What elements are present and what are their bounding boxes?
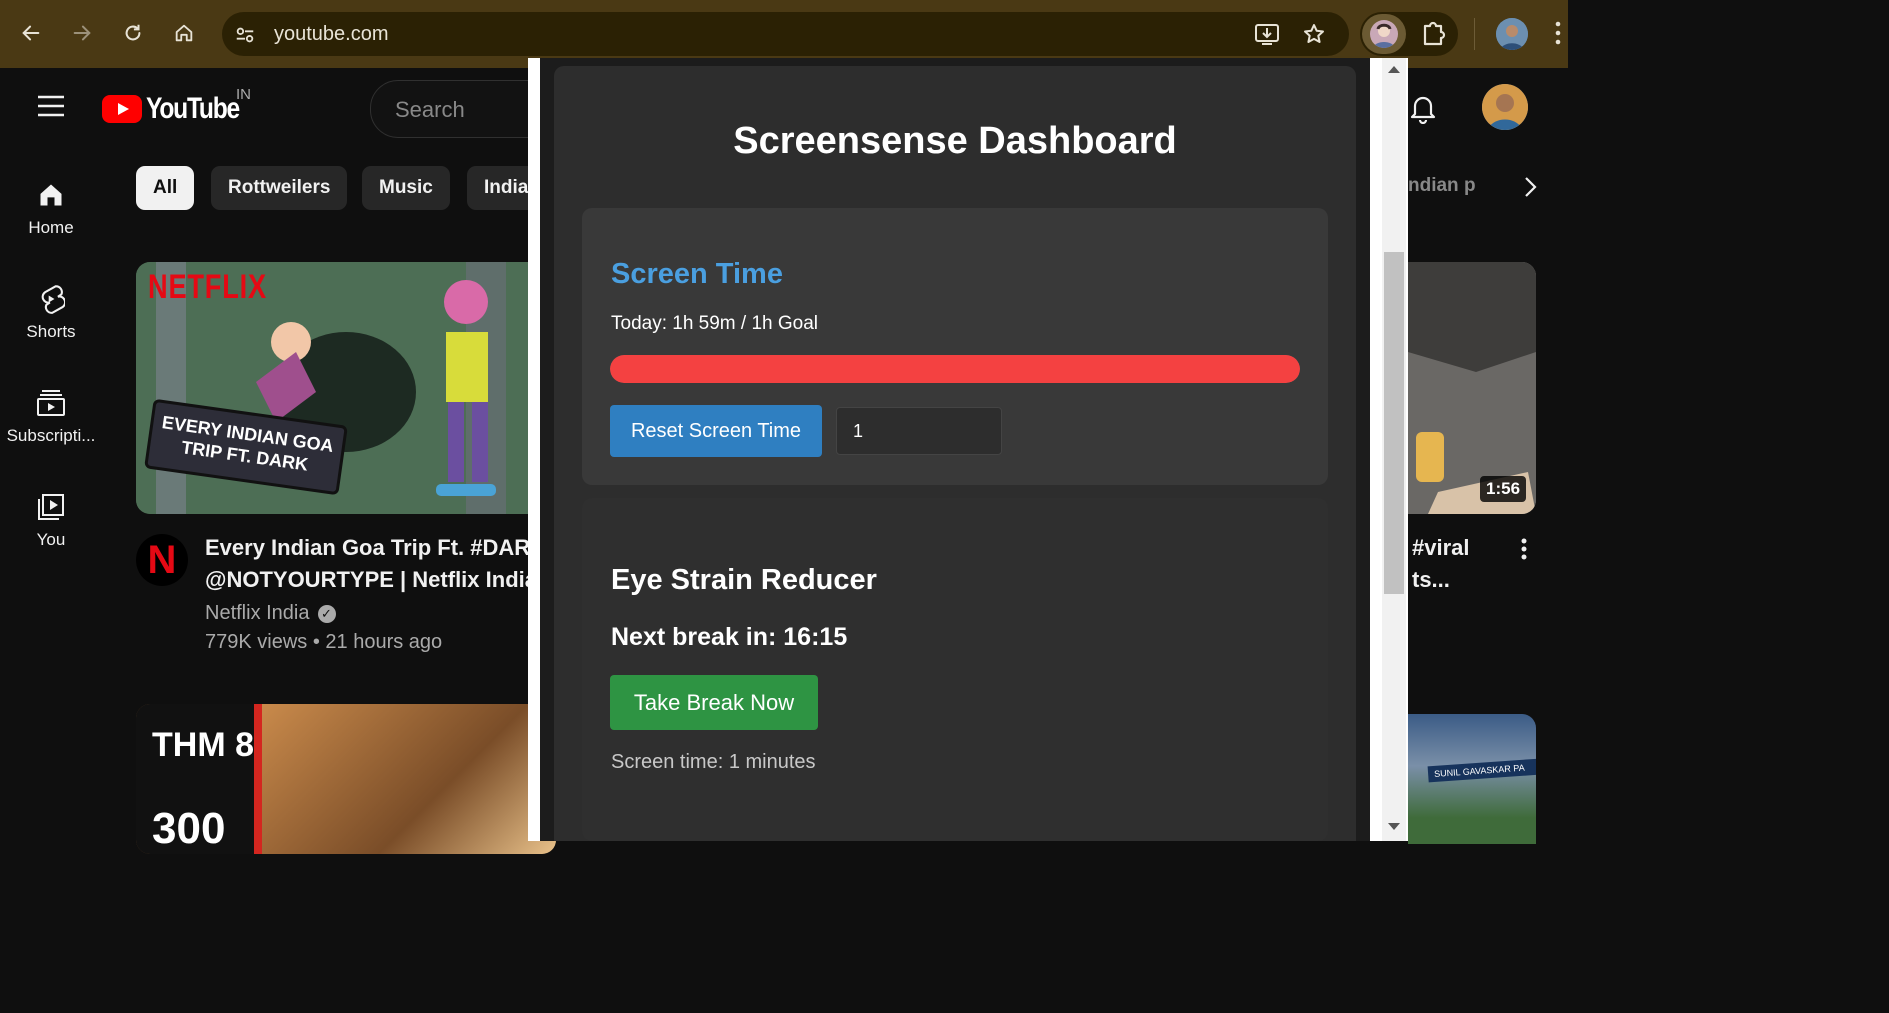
you-icon bbox=[36, 492, 66, 522]
toolbar-divider bbox=[1474, 18, 1475, 50]
thumbnail-scene bbox=[262, 704, 556, 854]
sidebar-item-you[interactable]: You bbox=[0, 492, 102, 550]
scroll-up-arrow-icon[interactable] bbox=[1387, 64, 1401, 74]
screen-time-progress-fill bbox=[610, 355, 1300, 383]
thumbnail-title-text: THM 8 bbox=[152, 726, 254, 764]
video-duration-badge: 1:56 bbox=[1480, 476, 1527, 502]
screen-time-progress-bar bbox=[610, 355, 1300, 383]
forward-icon[interactable] bbox=[65, 16, 99, 50]
screen-time-heading: Screen Time bbox=[611, 258, 783, 290]
youtube-wordmark: YouTube bbox=[146, 92, 240, 125]
back-icon[interactable] bbox=[14, 16, 48, 50]
extension-puzzle-icon[interactable] bbox=[1420, 18, 1448, 48]
url-text[interactable]: youtube.com bbox=[274, 23, 389, 46]
video-thumbnail[interactable]: THM 8 300 bbox=[136, 704, 556, 854]
shorts-icon bbox=[36, 284, 66, 314]
video-thumbnail-right-2[interactable]: SUNIL GAVASKAR PA bbox=[1408, 714, 1536, 844]
browser-profile-avatar[interactable] bbox=[1496, 18, 1528, 50]
site-settings-icon[interactable] bbox=[234, 24, 256, 46]
sidebar-item-home[interactable]: Home bbox=[0, 180, 102, 238]
sidebar-item-shorts[interactable]: Shorts bbox=[0, 284, 102, 342]
address-bar[interactable]: youtube.com bbox=[222, 12, 1349, 56]
sidebar-item-label: Shorts bbox=[26, 322, 76, 341]
chip-rottweilers[interactable]: Rottweilers bbox=[211, 166, 348, 210]
reload-icon[interactable] bbox=[116, 16, 150, 50]
channel-avatar[interactable]: N bbox=[136, 534, 188, 586]
eye-strain-card bbox=[582, 498, 1328, 841]
video-thumbnail[interactable]: NETFLIX EVERY INDIAN GOA TRIP FT. DARK bbox=[136, 262, 556, 514]
search-placeholder: Search bbox=[395, 97, 465, 122]
thumbnail-number-text: 300 bbox=[152, 804, 226, 853]
channel-name[interactable]: Netflix India bbox=[205, 602, 310, 624]
chip-music[interactable]: Music bbox=[362, 166, 450, 210]
hamburger-menu-icon[interactable] bbox=[36, 94, 66, 118]
sidebar-item-label: You bbox=[36, 530, 66, 549]
stadium-banner-text: SUNIL GAVASKAR PA bbox=[1427, 757, 1536, 783]
star-icon[interactable] bbox=[1302, 22, 1326, 46]
sidebar-item-subscriptions[interactable]: Subscripti... bbox=[0, 388, 102, 446]
notifications-bell-icon[interactable] bbox=[1408, 92, 1438, 124]
video-title-line1[interactable]: Every Indian Goa Trip Ft. #DARK bbox=[205, 535, 546, 561]
channel-name-row: Netflix India ✓ bbox=[205, 602, 336, 625]
home-icon bbox=[36, 180, 66, 210]
chip-all[interactable]: All bbox=[136, 166, 195, 210]
page-title: Screensense Dashboard bbox=[733, 120, 1177, 162]
video-title-line2[interactable]: @NOTYOURTYPE | Netflix India bbox=[205, 567, 537, 593]
scroll-down-arrow-icon[interactable] bbox=[1387, 822, 1401, 832]
verified-check-icon: ✓ bbox=[317, 605, 336, 623]
subscriptions-icon bbox=[36, 388, 66, 418]
chip-indian-partial[interactable]: ndian p bbox=[1408, 175, 1476, 197]
video-more-icon[interactable] bbox=[1516, 536, 1532, 564]
right-video-title-line1[interactable]: #viral bbox=[1412, 535, 1470, 561]
country-code: IN bbox=[236, 86, 251, 103]
reset-screen-time-button[interactable]: Reset Screen Time bbox=[610, 405, 822, 457]
right-video-title-line2[interactable]: ts... bbox=[1412, 567, 1450, 593]
goal-hours-input[interactable] bbox=[836, 407, 1002, 455]
avatar[interactable] bbox=[1482, 84, 1528, 130]
thumbnail-red-strip bbox=[254, 704, 262, 854]
screensense-extension-icon[interactable] bbox=[1370, 20, 1398, 48]
sidebar-item-label: Subscripti... bbox=[6, 426, 96, 445]
chevron-right-icon[interactable] bbox=[1518, 174, 1542, 200]
netflix-logo: NETFLIX bbox=[148, 268, 267, 306]
eye-strain-heading: Eye Strain Reducer bbox=[611, 564, 877, 596]
home-icon[interactable] bbox=[167, 16, 201, 50]
screen-time-today: Today: 1h 59m / 1h Goal bbox=[611, 313, 819, 334]
take-break-button[interactable]: Take Break Now bbox=[610, 675, 818, 730]
popup-scrollbar-thumb[interactable] bbox=[1384, 252, 1404, 594]
screen-time-minutes: Screen time: 1 minutes bbox=[611, 751, 816, 773]
more-icon[interactable] bbox=[1554, 18, 1562, 48]
next-break-timer: Next break in: 16:15 bbox=[611, 623, 848, 651]
install-icon[interactable] bbox=[1254, 22, 1280, 46]
sidebar-item-label: Home bbox=[28, 218, 74, 237]
youtube-play-icon bbox=[102, 95, 142, 123]
video-meta: 779K views • 21 hours ago bbox=[205, 631, 443, 653]
